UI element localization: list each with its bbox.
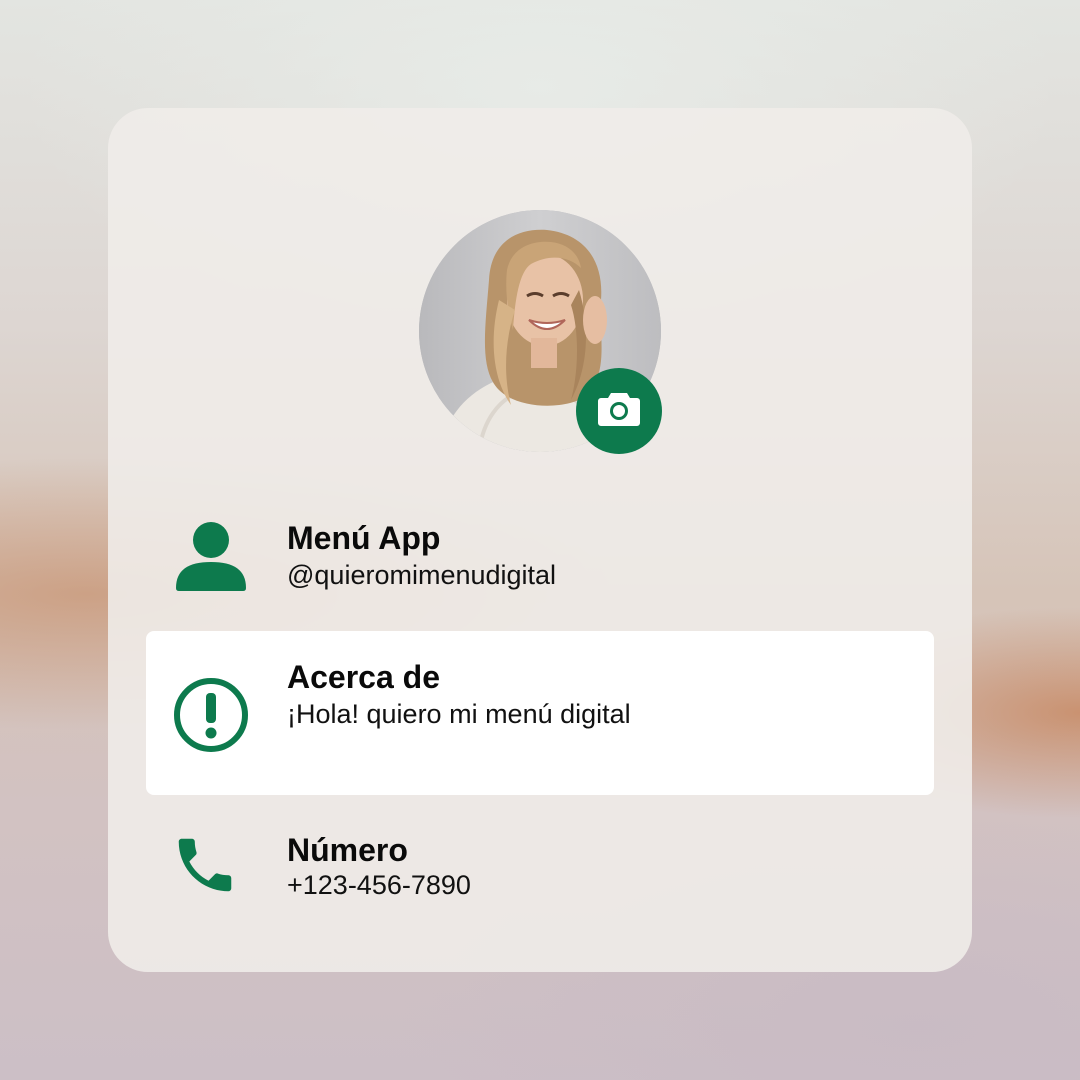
avatar-container [419,210,662,454]
about-text: ¡Hola! quiero mi menú digital [287,699,631,729]
phone-title: Número [287,832,408,868]
name-row[interactable]: Menú App @quieromimenudigital [146,510,934,610]
about-row[interactable]: Acerca de ¡Hola! quiero mi menú digital [146,631,934,795]
info-exclamation-icon [172,676,250,754]
username: @quieromimenudigital [287,560,557,590]
camera-icon [597,391,641,432]
change-photo-button[interactable] [576,368,662,454]
person-icon [174,520,248,594]
profile-card: Menú App @quieromimenudigital Acerca de … [108,108,972,972]
about-title: Acerca de [287,659,440,695]
name-title: Menú App [287,520,441,556]
phone-row[interactable]: Número +123-456-7890 [146,828,934,928]
phone-icon [170,830,240,900]
phone-number: +123-456-7890 [287,870,471,900]
